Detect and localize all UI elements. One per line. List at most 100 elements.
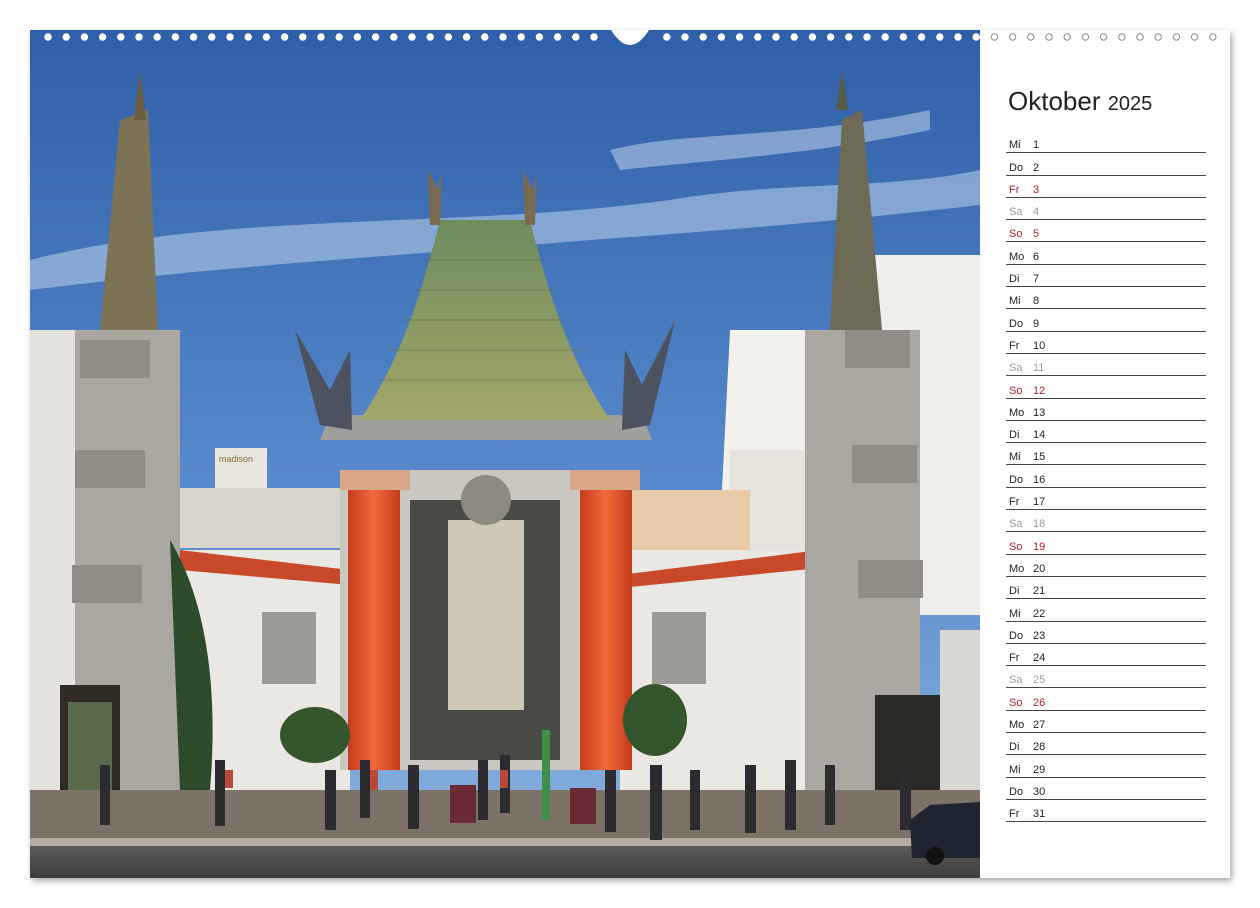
day-row: Mo 27 bbox=[1006, 711, 1206, 734]
binding-ring bbox=[535, 33, 544, 41]
weekday-label: Mi bbox=[1009, 139, 1021, 152]
weekday-label: Do bbox=[1009, 161, 1024, 174]
month-calendar: Oktober 2025 Mi 1 Do 2 Fr 3 Sa 4 So 5 Mo 6 Di 7 Mi 8 Do 9… bbox=[1006, 84, 1206, 823]
binding-ring bbox=[553, 33, 562, 41]
day-number: 30 bbox=[1033, 785, 1046, 798]
day-row: Mo 20 bbox=[1006, 555, 1206, 577]
binding-ring bbox=[280, 33, 289, 41]
weekday-label: Mo bbox=[1009, 250, 1025, 263]
day-row: Mo 6 bbox=[1006, 242, 1206, 265]
binding-ring bbox=[517, 33, 525, 41]
binding-ring bbox=[772, 33, 780, 41]
day-number: 3 bbox=[1033, 183, 1040, 196]
day-number: 16 bbox=[1033, 473, 1046, 486]
month-year: 2025 bbox=[1107, 93, 1153, 115]
day-number: 31 bbox=[1033, 808, 1046, 821]
weekday-label: Sa bbox=[1009, 518, 1023, 531]
theater-photo: madison bbox=[30, 30, 980, 878]
weekday-label: Mi bbox=[1009, 607, 1021, 620]
binding-ring bbox=[790, 33, 798, 41]
binding-ring bbox=[153, 33, 161, 41]
binding-ring bbox=[371, 33, 380, 41]
weekday-label: Mo bbox=[1009, 406, 1025, 419]
binding-ring bbox=[990, 33, 999, 41]
binding-ring bbox=[808, 33, 817, 41]
day-number: 21 bbox=[1033, 585, 1046, 598]
day-row: Mi 8 bbox=[1006, 287, 1206, 310]
weekday-label: Fr bbox=[1009, 496, 1020, 509]
day-row: Fr 17 bbox=[1006, 488, 1206, 511]
binding-ring bbox=[98, 33, 107, 41]
binding-ring bbox=[444, 33, 453, 41]
day-number: 1 bbox=[1033, 139, 1040, 152]
binding-ring bbox=[1099, 33, 1108, 41]
day-row: Sa 18 bbox=[1006, 510, 1206, 533]
binding-ring bbox=[826, 33, 835, 41]
binding-ring bbox=[244, 33, 252, 41]
weekday-label: So bbox=[1009, 384, 1023, 397]
day-row: Di 21 bbox=[1006, 577, 1206, 600]
day-number: 9 bbox=[1033, 317, 1040, 330]
weekday-label: Sa bbox=[1009, 206, 1023, 219]
binding-ring bbox=[262, 33, 271, 41]
binding-ring bbox=[62, 33, 70, 41]
weekday-label: So bbox=[1009, 696, 1023, 709]
binding-ring bbox=[1118, 33, 1126, 41]
day-number: 29 bbox=[1033, 763, 1046, 776]
day-number: 6 bbox=[1033, 250, 1040, 263]
binding-ring bbox=[590, 33, 598, 41]
day-number: 22 bbox=[1033, 607, 1046, 620]
day-row: Do 9 bbox=[1006, 309, 1206, 332]
day-row: So 5 bbox=[1006, 220, 1206, 243]
binding-ring bbox=[44, 33, 52, 41]
day-row: Di 7 bbox=[1006, 265, 1206, 288]
weekday-label: Fr bbox=[1009, 183, 1020, 196]
binding-ring bbox=[1154, 33, 1162, 41]
month-name: Oktober bbox=[1008, 86, 1101, 116]
weekday-label: Di bbox=[1009, 273, 1020, 286]
weekday-label: Di bbox=[1009, 429, 1020, 442]
day-number: 24 bbox=[1033, 652, 1046, 665]
binding-ring bbox=[1172, 33, 1181, 41]
day-list: Mi 1 Do 2 Fr 3 Sa 4 So 5 Mo 6 Di 7 Mi 8 Do 9 Fr 10 Sa 11 So 12 M… bbox=[1006, 131, 1206, 823]
binding-ring bbox=[499, 33, 507, 41]
weekday-label: Sa bbox=[1009, 674, 1023, 687]
binding-ring bbox=[390, 33, 398, 41]
day-row: Do 23 bbox=[1006, 622, 1206, 644]
binding-ring bbox=[408, 33, 416, 41]
day-number: 18 bbox=[1033, 518, 1046, 531]
day-number: 28 bbox=[1033, 741, 1046, 754]
day-row: Sa 25 bbox=[1006, 666, 1206, 689]
day-row: So 12 bbox=[1006, 376, 1206, 399]
binding-ring bbox=[863, 33, 871, 41]
weekday-label: Mi bbox=[1009, 763, 1021, 776]
hanger-notch bbox=[611, 30, 649, 45]
binding-ring bbox=[1190, 33, 1199, 41]
day-number: 7 bbox=[1033, 273, 1040, 286]
binding-ring bbox=[208, 33, 216, 41]
binding-ring bbox=[972, 33, 980, 41]
binding-ring bbox=[845, 33, 853, 41]
day-row: Fr 24 bbox=[1006, 644, 1206, 667]
binding-ring bbox=[1081, 33, 1090, 41]
day-row: Mi 29 bbox=[1006, 755, 1206, 778]
day-number: 17 bbox=[1033, 496, 1046, 509]
binding-ring bbox=[317, 33, 325, 41]
day-row: Mi 15 bbox=[1006, 443, 1206, 466]
binding-rings bbox=[44, 30, 1217, 45]
weekday-label: Mo bbox=[1009, 719, 1025, 732]
binding-ring bbox=[226, 33, 234, 41]
weekday-label: Do bbox=[1009, 473, 1024, 486]
binding-ring bbox=[1063, 33, 1071, 41]
weekday-label: Do bbox=[1009, 629, 1024, 642]
day-number: 10 bbox=[1033, 339, 1046, 352]
binding-ring bbox=[80, 33, 89, 41]
day-row: Sa 11 bbox=[1006, 354, 1206, 377]
day-number: 20 bbox=[1033, 562, 1046, 575]
day-row: Di 28 bbox=[1006, 733, 1206, 756]
day-number: 8 bbox=[1033, 295, 1040, 308]
binding-ring bbox=[426, 33, 434, 41]
day-row: Do 2 bbox=[1006, 153, 1206, 176]
weekday-label: Do bbox=[1009, 317, 1024, 330]
weekday-label: Di bbox=[1009, 585, 1020, 598]
